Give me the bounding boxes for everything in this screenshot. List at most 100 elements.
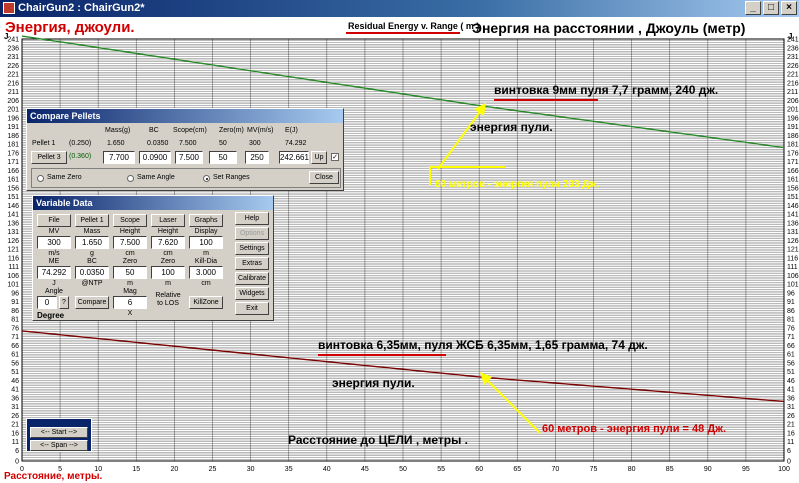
row2-mass-field[interactable]: 7.700 [103, 151, 135, 164]
y-tick-label-right: 21 [787, 422, 795, 429]
var-r1-value-3[interactable]: 7.620 [151, 236, 185, 249]
x-tick-label: 15 [132, 466, 140, 473]
rifle1-underline [494, 99, 598, 101]
var-r1-value-0[interactable]: 300 [37, 236, 71, 249]
variable-data-dialog: Variable Data File Pellet 1 Scope Laser Grap… [32, 195, 274, 321]
row2-energy-field[interactable]: 242.661 [279, 151, 309, 164]
same-zero-radio[interactable] [37, 175, 44, 182]
graph-type-label[interactable]: Residual Energy v. Range ( m ) [348, 21, 479, 31]
x-tick-label: 85 [666, 466, 674, 473]
y-tick-label-left: 191 [7, 124, 19, 131]
y-tick-label-left: 36 [11, 395, 19, 402]
y-tick-label-left: 21 [11, 422, 19, 429]
y-tick-label-right: 166 [787, 168, 799, 175]
y-unit-right: J [788, 32, 793, 41]
header-scope: Scope(cm) [173, 127, 207, 134]
var-top-button-4[interactable]: Graphs [189, 214, 223, 227]
minimize-icon[interactable]: _ [745, 1, 761, 15]
compare-button[interactable]: Compare [75, 296, 109, 309]
window-title: ChairGun2 : ChairGun2* [18, 2, 145, 14]
y-tick-label-left: 66 [11, 343, 19, 350]
y-tick-label-left: 181 [7, 142, 19, 149]
header-zero: Zero(m) [219, 127, 244, 134]
y-tick-label-left: 76 [11, 325, 19, 332]
row1-mv: 300 [249, 140, 261, 147]
var-r2-value-0[interactable]: 74.292 [37, 266, 71, 279]
x-tick-label: 35 [285, 466, 293, 473]
span-control[interactable]: <-- Span --> [30, 440, 88, 451]
close-button[interactable]: Close [309, 171, 339, 184]
x-tick-label: 75 [590, 466, 598, 473]
var-r2-value-3[interactable]: 100 [151, 266, 185, 279]
x-tick-label: 20 [171, 466, 179, 473]
y-tick-label-left: 56 [11, 360, 19, 367]
close-icon[interactable]: × [781, 1, 797, 15]
y-tick-label-right: 36 [787, 395, 795, 402]
row2-zero-field[interactable]: 50 [209, 151, 237, 164]
var-top-button-2[interactable]: Scope [113, 214, 147, 227]
y-tick-label-right: 151 [787, 194, 799, 201]
chart-title-ru2: Энергия на расстоянии , Джоуль (метр) [472, 20, 746, 36]
y-tick-label-left: 46 [11, 378, 19, 385]
row2-mv-field[interactable]: 250 [245, 151, 269, 164]
at60-1-annotation: 60 метров - энергия пули 203 Дж. [435, 179, 600, 190]
side-button-settings[interactable]: Settings [235, 242, 269, 255]
var-r1-value-2[interactable]: 7.500 [113, 236, 147, 249]
side-button-exit[interactable]: Exit [235, 302, 269, 315]
compare-checkbox[interactable]: ✓ [331, 153, 339, 161]
side-button-widgets[interactable]: Widgets [235, 287, 269, 300]
start-control[interactable]: <-- Start --> [30, 427, 88, 438]
var-r2-label-4: Kill-Dia [194, 258, 218, 265]
var-top-button-1[interactable]: Pellet 1 [75, 214, 109, 227]
y-tick-label-right: 136 [787, 220, 799, 227]
var-r1-value-1[interactable]: 1.650 [75, 236, 109, 249]
angle-help-button[interactable]: ? [59, 296, 69, 309]
row1-cal: (0.250) [69, 140, 92, 147]
y-tick-label-left: 156 [7, 185, 19, 192]
degree-label: Degree [37, 311, 65, 320]
y-unit-left: J [4, 32, 9, 41]
y-tick-label-right: 126 [787, 238, 799, 245]
mag-label: Mag [123, 288, 137, 295]
var-r2-value-2[interactable]: 50 [113, 266, 147, 279]
var-r2-value-4[interactable]: 3.000 [189, 266, 223, 279]
set-ranges-radio[interactable] [203, 175, 210, 182]
mag-field[interactable]: 6 [113, 296, 147, 309]
var-r1-value-4[interactable]: 100 [189, 236, 223, 249]
angle-field[interactable]: 0 [37, 296, 57, 309]
x-tick-label: 30 [247, 466, 255, 473]
var-r2-value-1[interactable]: 0.0350 [75, 266, 109, 279]
y-tick-label-left: 211 [8, 89, 19, 96]
var-r2-unit-4: cm [201, 280, 211, 287]
y-tick-label-right: 106 [787, 273, 799, 280]
y-tick-label-right: 221 [787, 72, 799, 79]
up-button[interactable]: Up [311, 151, 327, 164]
y-tick-label-right: 26 [787, 413, 795, 420]
killzone-button[interactable]: KillZone [189, 296, 223, 309]
energy2-annotation: энергия пули. [332, 376, 415, 390]
side-button-calibrate[interactable]: Calibrate [235, 272, 269, 285]
y-tick-label-left: 206 [7, 98, 19, 105]
side-button-extras[interactable]: Extras [235, 257, 269, 270]
pellet3-button[interactable]: Pellet 3 [31, 151, 67, 164]
var-top-button-0[interactable]: File [37, 214, 71, 227]
same-angle-radio[interactable] [127, 175, 134, 182]
var-r1-unit-4: m [203, 250, 209, 257]
y-tick-label-right: 121 [787, 247, 799, 254]
y-tick-label-left: 106 [7, 273, 19, 280]
row2-scope-field[interactable]: 7.500 [175, 151, 203, 164]
var-top-button-3[interactable]: Laser [151, 214, 185, 227]
y-tick-label-right: 186 [787, 133, 799, 140]
x-tick-label: 45 [361, 466, 369, 473]
y-tick-label-left: 61 [11, 352, 19, 359]
side-button-help[interactable]: Help [235, 212, 269, 225]
y-tick-label-left: 131 [7, 229, 19, 236]
y-tick-label-left: 6 [15, 448, 19, 455]
y-tick-label-left: 151 [7, 194, 19, 201]
side-button-options[interactable]: Options [235, 227, 269, 240]
y-tick-label-left: 176 [7, 150, 19, 157]
row2-bc-field[interactable]: 0.0900 [139, 151, 171, 164]
y-tick-label-right: 71 [787, 334, 795, 341]
maximize-icon[interactable]: □ [763, 1, 779, 15]
angle-label: Angle [45, 288, 63, 295]
